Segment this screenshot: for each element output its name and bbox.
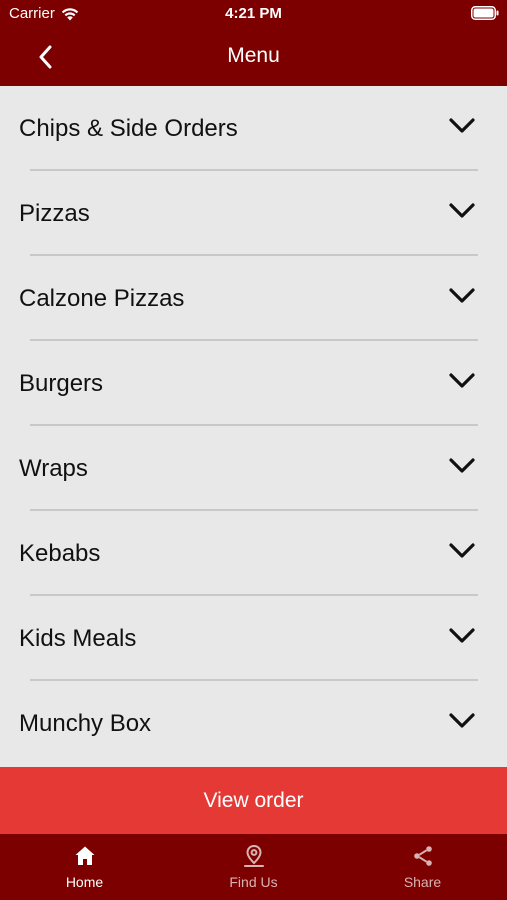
- menu-category-kids-meals[interactable]: Kids Meals: [0, 596, 507, 681]
- tab-find-us[interactable]: Find Us: [169, 834, 338, 900]
- share-icon: [413, 846, 432, 866]
- tab-label: Find Us: [229, 874, 278, 890]
- menu-category-label: Kebabs: [19, 540, 101, 567]
- status-time: 4:21 PM: [225, 5, 282, 22]
- menu-category-label: Wraps: [19, 455, 88, 482]
- menu-category-label: Burgers: [19, 370, 104, 397]
- home-icon: [75, 846, 94, 865]
- view-order-label: View order: [203, 788, 304, 812]
- menu-category-kebabs[interactable]: Kebabs: [0, 511, 507, 596]
- tab-label: Home: [65, 874, 104, 890]
- menu-category-wraps[interactable]: Wraps: [0, 426, 507, 511]
- chevron-down-icon: [449, 713, 475, 728]
- chevron-down-icon: [449, 288, 475, 303]
- tab-home[interactable]: Home: [0, 834, 169, 900]
- menu-category-label: Chips & Side Orders: [19, 115, 238, 142]
- nav-bar: Menu: [0, 28, 507, 86]
- menu-category-chips-side-orders[interactable]: Chips & Side Orders: [0, 86, 507, 171]
- chevron-down-icon: [449, 203, 475, 218]
- chevron-down-icon: [449, 543, 475, 558]
- menu-category-label: Kids Meals: [19, 625, 137, 652]
- menu-category-label: Munchy Box: [19, 710, 152, 737]
- battery-icon: [471, 6, 499, 20]
- status-bar: Carrier 4:21 PM: [0, 0, 507, 28]
- menu-category-label: Pizzas: [19, 200, 90, 227]
- chevron-down-icon: [449, 458, 475, 473]
- chevron-down-icon: [449, 628, 475, 643]
- tab-share[interactable]: Share: [338, 834, 507, 900]
- menu-category-pizzas[interactable]: Pizzas: [0, 171, 507, 256]
- chevron-down-icon: [449, 373, 475, 388]
- menu-category-label: Calzone Pizzas: [19, 285, 185, 312]
- menu-category-list: Chips & Side Orders Pizzas Calzone Pizza…: [0, 86, 507, 767]
- menu-category-burgers[interactable]: Burgers: [0, 341, 507, 426]
- view-order-button[interactable]: View order: [0, 767, 507, 834]
- chevron-down-icon: [449, 118, 475, 133]
- location-pin-icon: [243, 844, 264, 867]
- page-title: Menu: [227, 44, 280, 67]
- menu-category-munchy-box[interactable]: Munchy Box: [0, 681, 507, 766]
- tab-label: Share: [403, 874, 442, 890]
- tab-bar: Home Find Us Share: [0, 834, 507, 900]
- menu-category-calzone-pizzas[interactable]: Calzone Pizzas: [0, 256, 507, 341]
